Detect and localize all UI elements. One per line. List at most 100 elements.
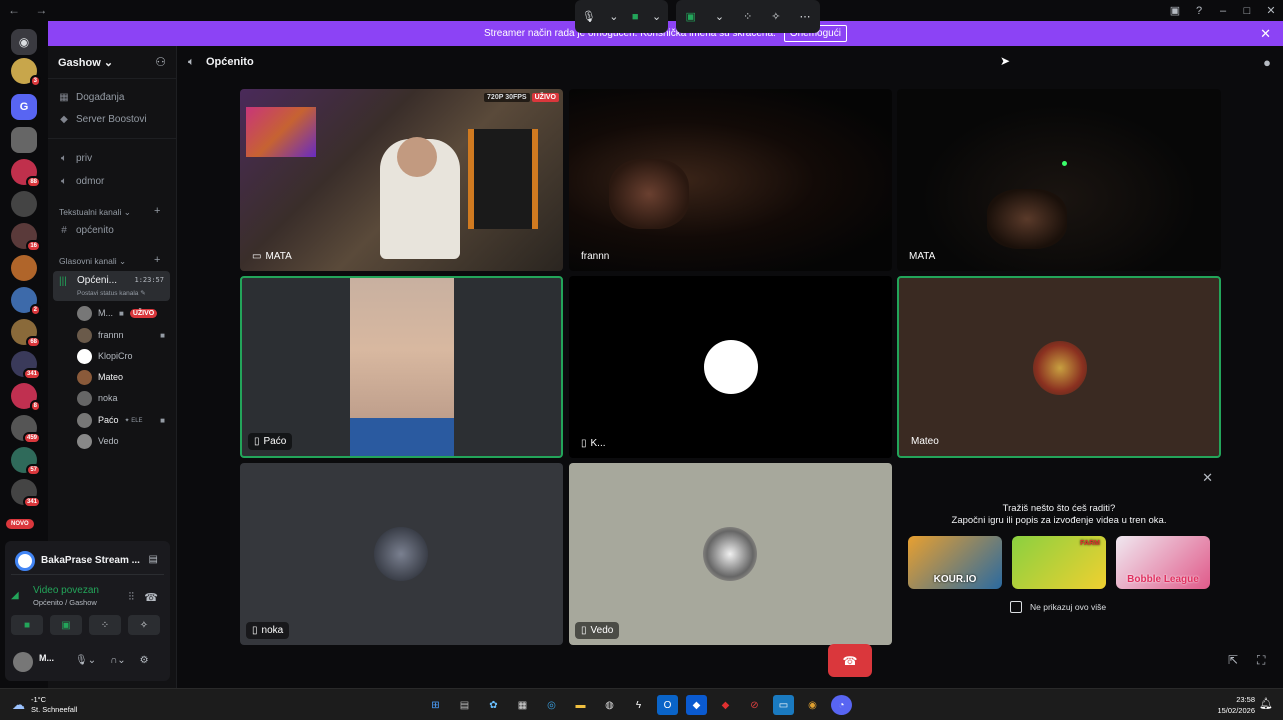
server-name[interactable]: Gashow ⌄ <box>58 56 113 69</box>
activities-icon[interactable]: ⁘ <box>743 10 752 23</box>
noise-suppression-icon[interactable]: ⫶⫶ <box>129 591 135 604</box>
task-view-icon[interactable]: ▤ <box>454 695 475 715</box>
server-icon[interactable]: 341 <box>11 479 41 508</box>
disconnect-button[interactable]: ☎ <box>828 644 872 677</box>
app-icon[interactable]: ◆ <box>715 695 736 715</box>
server-icon[interactable]: 8 <box>11 383 41 412</box>
dropbox-icon[interactable]: ◆ <box>686 695 707 715</box>
server-icon[interactable]: 459 <box>11 415 41 444</box>
more-icon[interactable]: ⋯ <box>799 10 810 23</box>
game-card[interactable]: FARM <box>1012 536 1106 589</box>
sidebar-item-events[interactable]: ▦ Događanja <box>58 92 124 103</box>
active-voice-channel[interactable]: ||| Općeni... 1:23:57 Postavi status kan… <box>53 271 170 301</box>
video-tile[interactable]: ▯ noka <box>240 463 563 645</box>
app-icon[interactable]: ▭ <box>773 695 794 715</box>
category-text-channels[interactable]: Tekstualni kanali ⌄ + <box>59 205 160 218</box>
activity-row[interactable]: BakaPrase Stream ... ▤ <box>11 547 164 575</box>
add-channel-icon[interactable]: + <box>154 205 160 217</box>
chat-icon[interactable]: ● <box>1263 55 1271 70</box>
voice-user[interactable]: Vedo <box>77 433 119 449</box>
maximize-icon[interactable]: □ <box>1235 0 1259 21</box>
edge-icon[interactable]: ◎ <box>541 695 562 715</box>
voice-user[interactable]: M... ■ UŽIVO <box>77 305 158 321</box>
soundboard-button[interactable]: ✧ <box>128 615 160 635</box>
microphone-icon[interactable]: 🎙︎⌄ <box>75 655 96 666</box>
server-icon[interactable]: 68 <box>11 319 41 348</box>
video-tile[interactable]: ▯ Vedo <box>569 463 892 645</box>
video-tile[interactable]: Mateo <box>897 276 1221 458</box>
camera-button[interactable]: ■ <box>11 615 43 635</box>
chevron-down-icon[interactable]: ⌄ <box>715 10 724 23</box>
category-voice-channels[interactable]: Glasovni kanali ⌄ + <box>59 254 160 267</box>
close-icon[interactable]: ✕ <box>1202 470 1213 486</box>
game-card[interactable]: Bobble League <box>1116 536 1210 589</box>
voice-channel-odmor[interactable]: 🔈︎ odmor <box>58 176 104 187</box>
voice-user[interactable]: frannn ■ <box>77 327 165 343</box>
fullscreen-icon[interactable]: ⛶ <box>1257 653 1265 668</box>
discord-home-icon[interactable]: ◉ <box>11 29 37 55</box>
store-icon[interactable]: ▦ <box>512 695 533 715</box>
server-icon[interactable] <box>11 127 37 153</box>
dont-show-checkbox[interactable]: Ne prikazuj ovo više <box>1010 601 1106 613</box>
server-icon[interactable]: 341 <box>11 351 41 380</box>
pop-out-icon[interactable]: ⇱ <box>1228 653 1238 667</box>
stream-tile[interactable]: 720P 30FPS UŽIVO ▭ MATA <box>240 89 563 271</box>
activities-button[interactable]: ⁘ <box>89 615 121 635</box>
microphone-icon[interactable]: 🎙︎ <box>582 10 596 23</box>
video-tile[interactable]: ▯ Paćo <box>240 276 563 458</box>
server-icon[interactable] <box>11 191 37 217</box>
discord-icon[interactable]: ◔ <box>831 695 852 715</box>
video-tile[interactable]: ▯ K... <box>569 276 892 458</box>
text-channel-general[interactable]: # općenito <box>58 225 114 236</box>
voice-user[interactable]: noka <box>77 390 118 406</box>
server-icon[interactable]: 16 <box>11 223 41 252</box>
game-card[interactable]: KOUR.IO <box>908 536 1002 589</box>
sidebar-item-boosts[interactable]: ◆ Server Boostovi <box>58 114 146 125</box>
set-status-link[interactable]: Postavi status kanala ✎ <box>77 289 146 297</box>
chevron-down-icon[interactable]: ⌄ <box>609 10 618 23</box>
headphones-icon[interactable]: ∩⌄ <box>110 655 126 666</box>
inbox-icon[interactable]: ▣ <box>1163 0 1187 21</box>
voice-user[interactable]: Mateo <box>77 369 123 385</box>
screen-share-icon[interactable]: ▣ <box>685 10 695 23</box>
settings-icon[interactable]: ⚙ <box>140 655 149 666</box>
close-icon[interactable]: ✕ <box>1259 0 1283 21</box>
camera-icon[interactable]: ■ <box>632 11 639 23</box>
add-channel-icon[interactable]: + <box>154 254 160 266</box>
server-icon[interactable]: 2 <box>11 287 41 316</box>
person-face <box>609 159 689 229</box>
notification-icon[interactable]: 🔔︎ <box>1259 697 1273 710</box>
voice-user[interactable]: Paćo ✦ ELE ■ <box>77 412 165 428</box>
server-icon[interactable]: 57 <box>11 447 41 476</box>
steam-icon[interactable]: ◍ <box>599 695 620 715</box>
soundboard-icon[interactable]: ✧ <box>771 10 780 23</box>
game-controller-icon[interactable]: ▤ <box>149 554 158 565</box>
server-icon[interactable] <box>11 255 37 281</box>
help-icon[interactable]: ? <box>1187 0 1211 21</box>
voice-status[interactable]: ◢ Video povezan Općenito / Gashow <box>11 585 99 607</box>
app-icon[interactable]: ⊘ <box>744 695 765 715</box>
chrome-icon[interactable]: ◉ <box>802 695 823 715</box>
server-icon[interactable]: 3 <box>11 58 41 87</box>
lightning-icon[interactable]: ϟ <box>628 695 649 715</box>
windows-start-icon[interactable]: ⊞ <box>425 695 446 715</box>
close-icon[interactable]: ✕ <box>1260 26 1271 42</box>
server-icon[interactable]: 88 <box>11 159 41 188</box>
minimize-icon[interactable]: – <box>1211 0 1235 21</box>
checkbox[interactable] <box>1010 601 1022 613</box>
video-tile[interactable]: MATA <box>897 89 1221 271</box>
voice-channel-priv[interactable]: 🔈︎ priv <box>58 153 92 164</box>
weather-widget[interactable]: ☁ -1°C St. Schneefall <box>12 695 77 715</box>
disconnect-icon[interactable]: ☎ <box>144 591 158 604</box>
voice-user[interactable]: KlopiCro <box>77 348 133 364</box>
outlook-icon[interactable]: O <box>657 695 678 715</box>
add-user-icon[interactable]: ⚇ <box>155 55 166 69</box>
chevron-down-icon[interactable]: ⌄ <box>652 10 661 23</box>
server-icon[interactable]: G <box>11 94 37 120</box>
user-panel[interactable]: M... 🎙︎⌄ ∩⌄ ⚙ <box>11 649 164 675</box>
video-tile[interactable]: frannn <box>569 89 892 271</box>
copilot-icon[interactable]: ✿ <box>483 695 504 715</box>
screen-share-button[interactable]: ▣ <box>50 615 82 635</box>
system-clock[interactable]: 23:58 15/02/2026 <box>1217 694 1255 716</box>
file-explorer-icon[interactable]: ▬ <box>570 695 591 715</box>
